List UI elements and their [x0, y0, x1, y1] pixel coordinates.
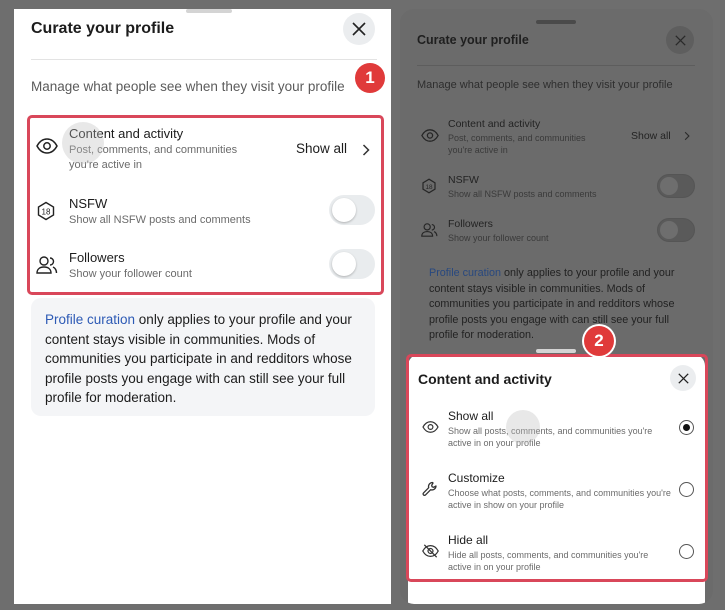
close-button[interactable]	[343, 13, 375, 45]
divider	[31, 59, 377, 60]
row-description: Show all NSFW posts and comments	[448, 189, 597, 199]
divider	[417, 65, 695, 66]
info-box: Profile curation only applies to your pr…	[31, 298, 375, 416]
drag-handle[interactable]	[186, 9, 232, 13]
panel-title: Curate your profile	[417, 33, 529, 47]
eye-icon	[421, 129, 439, 142]
panel-title: Curate your profile	[31, 20, 175, 37]
nsfw-row: 18 NSFW Show all NSFW posts and comments	[400, 173, 713, 207]
profile-curation-link[interactable]: Profile curation	[45, 312, 135, 327]
profile-curation-link[interactable]: Profile curation	[429, 267, 501, 279]
screenshot-frame: Curate your profile Manage what people s…	[0, 0, 725, 610]
nsfw-toggle[interactable]	[657, 174, 695, 198]
svg-text:18: 18	[425, 184, 433, 191]
followers-icon	[421, 223, 438, 237]
panel-subtitle: Manage what people see when they visit y…	[31, 79, 345, 94]
row-title: NSFW	[448, 174, 479, 186]
highlight-box	[406, 354, 708, 582]
step-badge: 1	[355, 63, 385, 93]
close-icon	[352, 22, 366, 36]
panel-subtitle: Manage what people see when they visit y…	[417, 79, 673, 91]
row-description: Show your follower count	[448, 233, 549, 243]
step-badge: 2	[584, 326, 614, 356]
sheet-drag-handle[interactable]	[536, 349, 576, 353]
followers-toggle[interactable]	[657, 218, 695, 242]
close-icon	[674, 34, 686, 46]
chevron-right-icon	[684, 131, 690, 141]
followers-row: Followers Show your follower count	[400, 217, 713, 251]
curate-profile-panel: Curate your profile Manage what people s…	[14, 9, 391, 604]
row-description: Post, comments, and communities you're a…	[448, 133, 586, 155]
info-box: Profile curation only applies to your pr…	[429, 266, 699, 344]
content-activity-row: Content and activity Post, comments, and…	[400, 117, 713, 157]
row-title: Content and activity	[448, 118, 541, 130]
row-value: Show all	[631, 130, 671, 142]
highlight-box	[27, 115, 384, 295]
drag-handle	[536, 20, 576, 24]
dimmed-profile-panel: Curate your profile Manage what people s…	[400, 9, 713, 604]
close-button[interactable]	[666, 26, 694, 54]
nsfw-18-icon: 18	[422, 178, 436, 194]
row-title: Followers	[448, 218, 493, 230]
